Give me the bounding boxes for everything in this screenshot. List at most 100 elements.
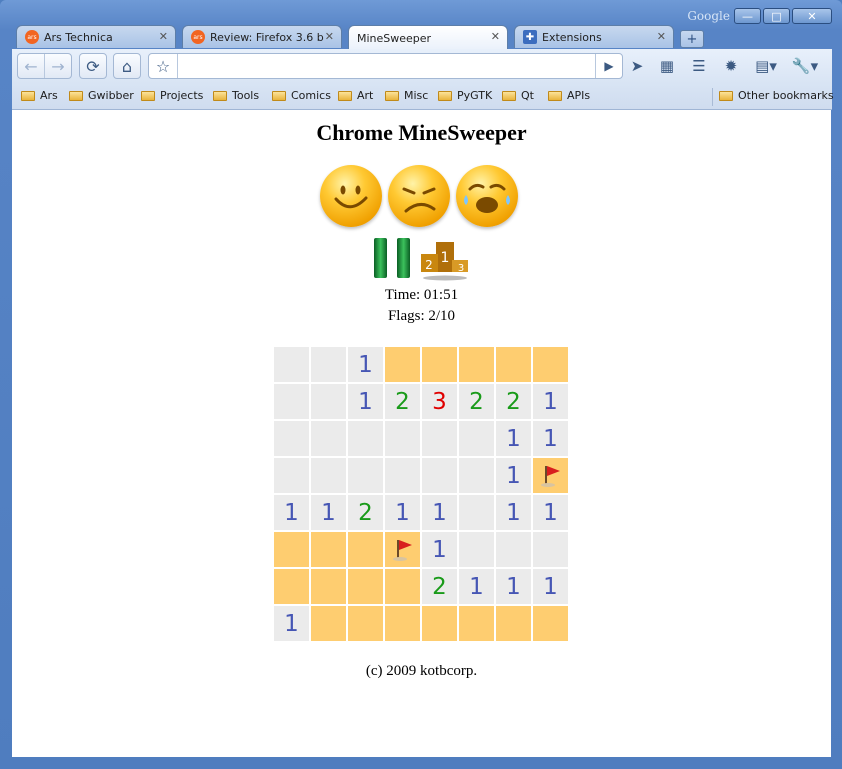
- number-cell[interactable]: 2: [422, 569, 457, 604]
- number-cell[interactable]: 1: [533, 495, 568, 530]
- empty-cell[interactable]: [496, 532, 531, 567]
- empty-cell[interactable]: [459, 458, 494, 493]
- bookmark-other[interactable]: Other bookmarks: [719, 89, 834, 102]
- bookmark-projects[interactable]: Projects: [141, 89, 203, 102]
- number-cell[interactable]: 1: [496, 421, 531, 456]
- bookmark-comics[interactable]: Comics: [272, 89, 331, 102]
- hidden-cell[interactable]: [311, 532, 346, 567]
- flag-icon[interactable]: [533, 458, 568, 493]
- extension-icon[interactable]: ▦: [656, 56, 678, 76]
- new-tab-button[interactable]: +: [680, 30, 704, 48]
- hidden-cell[interactable]: [385, 569, 420, 604]
- hidden-cell[interactable]: [385, 606, 420, 641]
- empty-cell[interactable]: [422, 458, 457, 493]
- empty-cell[interactable]: [274, 421, 309, 456]
- number-cell[interactable]: 1: [422, 532, 457, 567]
- list-icon[interactable]: ☰: [688, 56, 710, 76]
- bookmark-apis[interactable]: APIs: [548, 89, 590, 102]
- sad-face-icon[interactable]: [388, 165, 450, 227]
- bookmark-gwibber[interactable]: Gwibber: [69, 89, 134, 102]
- empty-cell[interactable]: [311, 384, 346, 419]
- tab-close-icon[interactable]: ✕: [491, 30, 500, 43]
- bookmark-misc[interactable]: Misc: [385, 89, 428, 102]
- crying-face-icon[interactable]: [456, 165, 518, 227]
- number-cell[interactable]: 1: [422, 495, 457, 530]
- bird-icon[interactable]: ➤: [626, 56, 648, 76]
- number-cell[interactable]: 1: [533, 569, 568, 604]
- hidden-cell[interactable]: [496, 347, 531, 382]
- hidden-cell[interactable]: [459, 606, 494, 641]
- maximize-icon[interactable]: □: [763, 8, 790, 24]
- number-cell[interactable]: 2: [496, 384, 531, 419]
- empty-cell[interactable]: [311, 347, 346, 382]
- empty-cell[interactable]: [274, 384, 309, 419]
- number-cell[interactable]: 2: [385, 384, 420, 419]
- number-cell[interactable]: 1: [496, 495, 531, 530]
- back-icon[interactable]: ←: [18, 54, 45, 78]
- bookmark-art[interactable]: Art: [338, 89, 373, 102]
- hidden-cell[interactable]: [274, 569, 309, 604]
- empty-cell[interactable]: [459, 421, 494, 456]
- hidden-cell[interactable]: [496, 606, 531, 641]
- empty-cell[interactable]: [422, 421, 457, 456]
- bookmark-tools[interactable]: Tools: [213, 89, 259, 102]
- hidden-cell[interactable]: [533, 347, 568, 382]
- tab-close-icon[interactable]: ✕: [159, 30, 168, 43]
- hidden-cell[interactable]: [348, 606, 383, 641]
- minimize-icon[interactable]: —: [734, 8, 761, 24]
- gear-icon[interactable]: ✹: [720, 56, 742, 76]
- number-cell[interactable]: 1: [385, 495, 420, 530]
- hidden-cell[interactable]: [422, 606, 457, 641]
- hidden-cell[interactable]: [422, 347, 457, 382]
- number-cell[interactable]: 1: [274, 606, 309, 641]
- empty-cell[interactable]: [459, 495, 494, 530]
- tab-close-icon[interactable]: ✕: [325, 30, 334, 43]
- tab-firefox-review[interactable]: ars Review: Firefox 3.6 b ✕: [182, 25, 342, 48]
- number-cell[interactable]: 1: [311, 495, 346, 530]
- bookmark-pygtk[interactable]: PyGTK: [438, 89, 492, 102]
- page-menu-icon[interactable]: ▤▾: [752, 56, 780, 76]
- empty-cell[interactable]: [459, 532, 494, 567]
- empty-cell[interactable]: [385, 421, 420, 456]
- forward-icon[interactable]: →: [45, 54, 71, 78]
- empty-cell[interactable]: [311, 421, 346, 456]
- number-cell[interactable]: 1: [348, 384, 383, 419]
- home-button[interactable]: ⌂: [113, 53, 141, 79]
- number-cell[interactable]: 1: [348, 347, 383, 382]
- reload-button[interactable]: ⟳: [79, 53, 107, 79]
- bookmark-qt[interactable]: Qt: [502, 89, 534, 102]
- hidden-cell[interactable]: [385, 347, 420, 382]
- hidden-cell[interactable]: [348, 532, 383, 567]
- pause-icon[interactable]: [374, 238, 412, 278]
- empty-cell[interactable]: [348, 458, 383, 493]
- empty-cell[interactable]: [274, 458, 309, 493]
- number-cell[interactable]: 1: [274, 495, 309, 530]
- hidden-cell[interactable]: [311, 606, 346, 641]
- bookmark-ars[interactable]: Ars: [21, 89, 58, 102]
- empty-cell[interactable]: [348, 421, 383, 456]
- empty-cell[interactable]: [385, 458, 420, 493]
- empty-cell[interactable]: [533, 532, 568, 567]
- hidden-cell[interactable]: [274, 532, 309, 567]
- empty-cell[interactable]: [274, 347, 309, 382]
- go-icon[interactable]: ▶: [595, 54, 622, 78]
- number-cell[interactable]: 2: [348, 495, 383, 530]
- number-cell[interactable]: 1: [496, 458, 531, 493]
- number-cell[interactable]: 1: [459, 569, 494, 604]
- number-cell[interactable]: 1: [533, 384, 568, 419]
- tab-minesweeper[interactable]: MineSweeper ✕: [348, 25, 508, 50]
- wrench-menu-icon[interactable]: 🔧▾: [790, 56, 820, 76]
- flag-icon[interactable]: [385, 532, 420, 567]
- number-cell[interactable]: 2: [459, 384, 494, 419]
- hidden-cell[interactable]: [459, 347, 494, 382]
- tab-close-icon[interactable]: ✕: [657, 30, 666, 43]
- number-cell[interactable]: 1: [533, 421, 568, 456]
- address-input[interactable]: [178, 54, 595, 78]
- star-icon[interactable]: ☆: [149, 54, 178, 78]
- podium-icon[interactable]: 1 2 3: [420, 242, 470, 282]
- tab-ars-technica[interactable]: ars Ars Technica ✕: [16, 25, 176, 48]
- hidden-cell[interactable]: [348, 569, 383, 604]
- close-icon[interactable]: ✕: [792, 8, 832, 24]
- hidden-cell[interactable]: [533, 606, 568, 641]
- number-cell[interactable]: 1: [496, 569, 531, 604]
